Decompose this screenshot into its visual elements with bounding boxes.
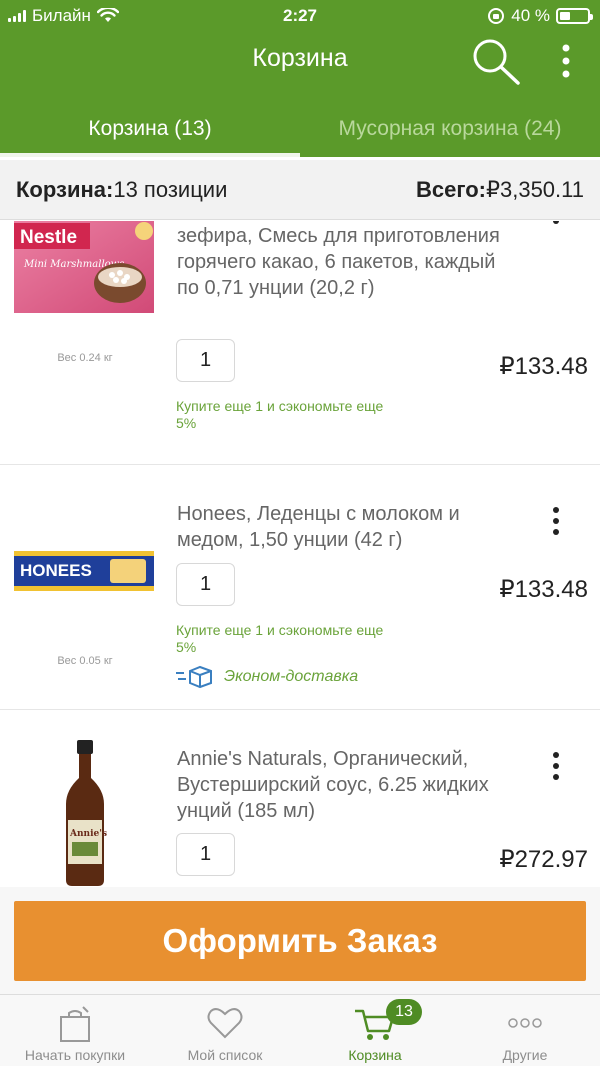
promo-text: Купите еще 1 и сэкономьте еще 5% [176, 398, 384, 431]
item-more-icon[interactable] [546, 750, 566, 782]
annies-bottle-image: Annie's [66, 740, 107, 886]
cart-tabs: Корзина (13) Мусорная корзина (24) [0, 100, 600, 157]
bottom-nav: Начать покупки Мой список 13 Корзина Дру… [0, 994, 600, 1066]
shipping-label: Эконом-доставка [224, 668, 359, 685]
box-shipping-icon [176, 665, 212, 689]
product-image[interactable]: Nestle Mini Marshmallows [14, 221, 154, 313]
item-price: ₽133.48 [499, 576, 588, 603]
summary-count: Корзина:13 позиции [16, 177, 227, 203]
checkout-button[interactable]: Оформить Заказ [14, 901, 586, 981]
more-horizontal-icon [508, 1018, 542, 1028]
quantity-input[interactable]: 1 [176, 563, 235, 606]
cart-item: Nestle Mini Marshmallows Вес 0.24 кг зеф… [0, 221, 600, 465]
cart-summary: Корзина:13 позиции Всего:₽3,350.11 [0, 160, 600, 220]
item-name[interactable]: Annie's Naturals, Органический, Вустерши… [177, 746, 517, 824]
nestle-box-image: Nestle Mini Marshmallows [14, 221, 154, 313]
item-weight: Вес 0.05 кг [57, 655, 113, 667]
heart-icon [207, 1008, 243, 1039]
tab-trash[interactable]: Мусорная корзина (24) [300, 100, 600, 157]
item-price: ₽133.48 [499, 353, 588, 380]
item-name[interactable]: зефира, Смесь для приготовления горячего… [177, 223, 517, 301]
status-bar: Билайн 2:27 40 % [0, 0, 600, 32]
item-name[interactable]: Honees, Леденцы с молоком и медом, 1,50 … [177, 501, 517, 553]
rotation-lock-icon [488, 8, 505, 24]
summary-count-value: 13 позиции [113, 177, 228, 202]
product-image[interactable]: HONEES [14, 551, 154, 591]
status-right: 40 % [487, 6, 593, 26]
nav-item-cart[interactable]: 13 Корзина [300, 995, 450, 1066]
more-vertical-icon[interactable] [553, 42, 579, 80]
honees-logo-text: HONEES [20, 561, 92, 580]
search-icon[interactable] [470, 36, 522, 86]
quantity-input[interactable]: 1 [176, 339, 235, 382]
cart-item-list[interactable]: Nestle Mini Marshmallows Вес 0.24 кг зеф… [0, 221, 600, 887]
summary-count-label: Корзина: [16, 177, 114, 202]
summary-total-label: Всего: [415, 177, 486, 202]
item-more-icon[interactable] [546, 221, 566, 237]
item-more-icon[interactable] [546, 505, 566, 537]
shopping-bag-icon [60, 1006, 90, 1042]
quantity-input[interactable]: 1 [176, 833, 235, 876]
cart-item: Annie's Annie's Naturals, Органический, … [0, 710, 600, 887]
honees-bar-image: HONEES [14, 551, 154, 591]
battery-fill [560, 12, 570, 20]
nav-label: Корзина [348, 1047, 402, 1063]
annies-logo-text: Annie's [69, 829, 107, 839]
active-tab-indicator [0, 153, 300, 157]
shipping-option: Эконом-доставка [174, 665, 358, 689]
nav-label: Другие [502, 1047, 548, 1063]
item-weight: Вес 0.24 кг [57, 352, 113, 364]
battery-percent: 40 % [511, 6, 550, 25]
nav-item-start-shopping[interactable]: Начать покупки [0, 995, 150, 1066]
item-price: ₽272.97 [499, 846, 588, 873]
nestle-logo-text: Nestle [20, 227, 77, 248]
nav-item-my-list[interactable]: Мой список [150, 995, 300, 1066]
cart-count-badge: 13 [386, 999, 422, 1025]
product-image[interactable]: Annie's [60, 740, 110, 886]
nav-label: Мой список [187, 1047, 263, 1063]
tab-cart[interactable]: Корзина (13) [0, 100, 300, 157]
summary-total: Всего:₽3,350.11 [416, 177, 584, 203]
nav-label: Начать покупки [24, 1047, 126, 1063]
checkout-area: Оформить Заказ [0, 887, 600, 994]
promo-text: Купите еще 1 и сэкономьте еще 5% [176, 622, 384, 655]
battery-icon [556, 8, 593, 24]
nav-item-other[interactable]: Другие [450, 995, 600, 1066]
summary-total-value: ₽3,350.11 [485, 177, 584, 202]
app-header: Билайн 2:27 40 % Корзина Корзина (13) Му… [0, 0, 600, 157]
cart-item: HONEES Вес 0.05 кг Honees, Леденцы с мол… [0, 465, 600, 710]
